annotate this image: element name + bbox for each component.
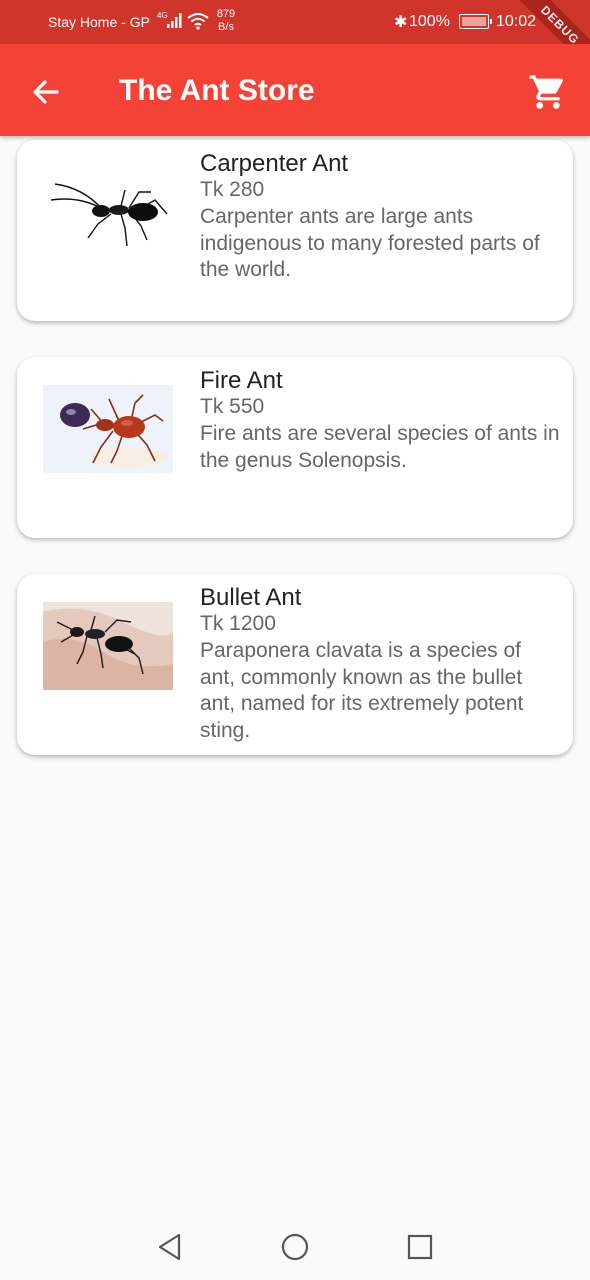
signal-icon: 4G — [157, 10, 183, 33]
product-card-carpenter-ant[interactable]: Carpenter Ant Tk 280 Carpenter ants are … — [17, 140, 573, 321]
product-price: Tk 1200 — [200, 612, 276, 635]
product-description: Paraponera clavata is a species of ant, … — [200, 639, 524, 742]
battery-percent: 100% — [409, 13, 450, 30]
triangle-back-icon — [158, 1233, 181, 1261]
status-bar: Stay Home - GP 4G 879 B/s ✱ 100% 10:02 — [0, 0, 590, 44]
carrier-name: Stay Home - GP — [48, 14, 150, 30]
network-speed: 879 B/s — [213, 8, 239, 34]
page-title: The Ant Store — [119, 74, 315, 107]
cart-button[interactable] — [528, 72, 568, 112]
nav-back-button[interactable] — [155, 1232, 185, 1262]
product-card-fire-ant[interactable]: Fire Ant Tk 550 Fire ants are several sp… — [17, 357, 573, 538]
product-name: Bullet Ant — [200, 584, 302, 611]
fire-ant-image — [43, 385, 173, 473]
battery-icon — [459, 14, 492, 29]
product-card-bullet-ant[interactable]: Bullet Ant Tk 1200 Paraponera clavata is… — [17, 574, 573, 755]
system-navigation-bar — [0, 1214, 590, 1280]
carpenter-ant-image — [43, 178, 173, 266]
arrow-back-icon — [33, 80, 59, 104]
svg-text:4G: 4G — [157, 11, 168, 20]
wifi-icon — [186, 11, 210, 34]
nav-recents-button[interactable] — [405, 1232, 435, 1262]
bullet-ant-image — [43, 602, 173, 690]
clock: 10:02 — [496, 13, 537, 30]
nav-home-button[interactable] — [280, 1232, 310, 1262]
product-name: Fire Ant — [200, 367, 283, 394]
bluetooth-icon: ✱ — [394, 14, 408, 31]
network-speed-unit: B/s — [218, 21, 234, 33]
shopping-cart-icon — [529, 75, 564, 109]
product-name: Carpenter Ant — [200, 150, 349, 177]
product-list: Carpenter Ant Tk 280 Carpenter ants are … — [17, 140, 573, 791]
product-price: Tk 550 — [200, 395, 265, 418]
circle-home-icon — [281, 1233, 309, 1261]
network-speed-value: 879 — [216, 8, 236, 20]
product-description: Carpenter ants are large ants indigenous… — [200, 205, 540, 281]
app-bar: The Ant Store — [0, 44, 590, 136]
back-button[interactable] — [28, 74, 64, 110]
square-recents-icon — [407, 1234, 433, 1260]
product-description: Fire ants are several species of ants in… — [200, 422, 560, 472]
product-price: Tk 280 — [200, 178, 265, 201]
